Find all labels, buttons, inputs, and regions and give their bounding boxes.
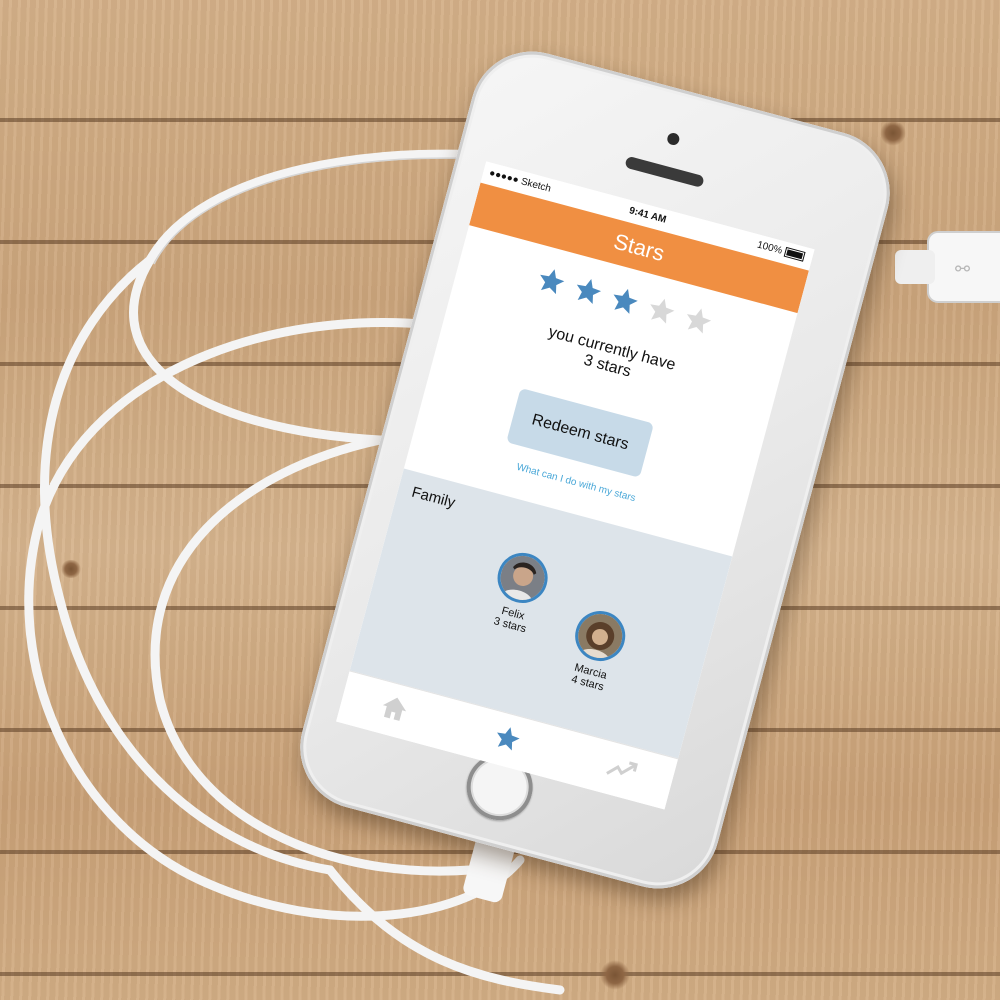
- family-title: Family: [409, 483, 457, 512]
- family-member-marcia[interactable]: Marcia 4 stars: [543, 600, 651, 701]
- svg-text:⚯: ⚯: [955, 259, 970, 280]
- battery-icon: [783, 247, 806, 263]
- trend-icon: [606, 761, 638, 776]
- battery-percent: 100%: [755, 239, 784, 257]
- home-icon: [382, 697, 407, 721]
- avatar: [569, 605, 631, 667]
- star-filled-icon: [576, 279, 602, 304]
- tab-home[interactable]: [375, 691, 413, 731]
- star-icon: [497, 727, 520, 751]
- star-empty-icon: [686, 308, 712, 334]
- page-title: Stars: [611, 228, 668, 267]
- avatar: [491, 547, 554, 609]
- star-filled-icon: [540, 269, 565, 295]
- star-empty-icon: [650, 298, 675, 324]
- tab-trends[interactable]: [601, 751, 640, 791]
- tab-stars[interactable]: [488, 721, 526, 761]
- star-filled-icon: [613, 288, 638, 314]
